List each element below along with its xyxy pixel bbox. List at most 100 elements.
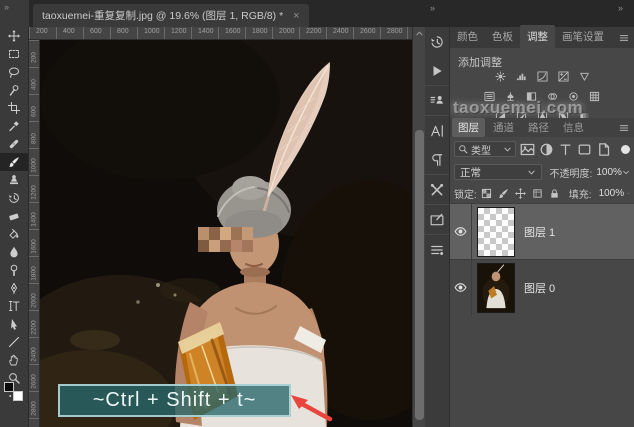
cursor-icon	[8, 318, 20, 330]
background-color-swatch[interactable]	[13, 391, 23, 401]
measurement-panel[interactable]	[425, 235, 449, 264]
healing-icon	[8, 138, 20, 150]
layer-thumbnail[interactable]	[477, 263, 515, 313]
layer-visibility-toggle[interactable]	[450, 204, 472, 260]
dock-collapse-icon[interactable]: »	[430, 3, 434, 13]
stamp-icon	[8, 174, 20, 186]
hand-tool[interactable]	[0, 351, 28, 369]
document-tab[interactable]: taoxuemei-重复复制.jpg @ 19.6% (图层 1, RGB/8)…	[33, 4, 309, 27]
layer-thumbnail[interactable]	[477, 207, 515, 257]
layer-visibility-toggle[interactable]	[450, 260, 472, 316]
ruler-label: 2600	[360, 28, 376, 35]
eye-icon	[454, 225, 467, 238]
ruler-label: 2400	[31, 345, 38, 365]
eye-icon	[454, 281, 467, 294]
vertical-ruler: 200 400 600 800 1000 1200 1400 1600 1800 2000 2200…	[29, 40, 40, 427]
ruler-label: 800	[31, 129, 38, 149]
line-tool[interactable]	[0, 333, 28, 351]
drop-icon	[8, 246, 20, 258]
crop-tool[interactable]	[0, 99, 28, 117]
layer-name: 图层 1	[524, 224, 555, 240]
toolbar-header: »	[0, 0, 29, 27]
timeline-panel[interactable]	[425, 205, 449, 235]
ruler-label: 800	[117, 28, 129, 35]
lasso-tool[interactable]	[0, 63, 28, 81]
layer-row[interactable]: 图层 0	[450, 259, 634, 315]
ruler-label: 2400	[333, 28, 349, 35]
blur-tool[interactable]	[0, 243, 28, 261]
eraser-tool[interactable]	[0, 207, 28, 225]
eyedropper-tool[interactable]	[0, 117, 28, 135]
dodge-icon	[8, 264, 20, 276]
layer-name: 图层 0	[524, 280, 555, 296]
presets-icon	[430, 183, 444, 197]
layer-row[interactable]: 图层 1	[450, 203, 634, 259]
paragraph-panel[interactable]	[425, 145, 449, 175]
quickselect-icon	[8, 84, 20, 96]
history-brush-tool[interactable]	[0, 189, 28, 207]
canvas-vertical-scrollbar[interactable]	[412, 27, 425, 427]
spot-healing-brush-tool[interactable]	[0, 135, 28, 153]
history-icon	[430, 35, 444, 49]
ruler-label: 2200	[306, 28, 322, 35]
actions-panel[interactable]	[425, 56, 449, 86]
history-icon	[8, 192, 20, 204]
dodge-tool[interactable]	[0, 261, 28, 279]
gradient-tool[interactable]	[0, 225, 28, 243]
ruler-label: 2800	[387, 28, 403, 35]
ruler-label: 600	[31, 102, 38, 122]
ruler-label: 1400	[31, 210, 38, 230]
ruler-label: 400	[31, 75, 38, 95]
clone-source-icon	[430, 94, 444, 108]
marquee-icon	[8, 48, 20, 60]
toolbar-collapse-icon[interactable]: »	[4, 2, 9, 12]
photoshop-window: » taoxuemei-重复复制.jpg @ 19.6% (图层 1, RGB/…	[0, 0, 634, 427]
foreground-color-swatch[interactable]	[4, 382, 14, 392]
brush-tool[interactable]	[0, 153, 28, 171]
character-icon	[430, 124, 444, 138]
clone-stamp-tool[interactable]	[0, 171, 28, 189]
censor-mosaic	[198, 227, 253, 252]
scroll-up-icon[interactable]	[415, 29, 424, 38]
history-panel[interactable]	[425, 27, 449, 56]
layers-list: 图层 1 图层 0	[450, 27, 634, 427]
ruler-label: 1200	[171, 28, 187, 35]
marquee-tool[interactable]	[0, 45, 28, 63]
ruler-label: 1000	[31, 156, 38, 176]
chevron-down-icon	[415, 29, 424, 38]
quick-selection-tool[interactable]	[0, 81, 28, 99]
move-tool[interactable]	[0, 27, 28, 45]
eraser-icon	[8, 210, 20, 222]
tool-presets-panel[interactable]	[425, 175, 449, 205]
color-swatches[interactable]	[4, 382, 26, 404]
ruler-label: 1800	[252, 28, 268, 35]
layer-photo-thumb	[478, 264, 514, 312]
play-icon	[430, 64, 444, 78]
ruler-label: 1400	[198, 28, 214, 35]
document-canvas[interactable]	[40, 40, 412, 427]
ruler-label: 1800	[31, 264, 38, 284]
panel-icon-dock	[425, 27, 450, 427]
ruler-label: 2200	[31, 318, 38, 338]
ruler-label: 200	[31, 48, 38, 68]
right-panel: 颜色色板调整画笔设置 添加调整 taoxuemei.com 图层通道路径信息 类…	[450, 27, 634, 427]
character-panel[interactable]	[425, 116, 449, 145]
horizontal-ruler: 2004006008001000120014001600180020002200…	[29, 27, 413, 40]
pen-icon	[8, 282, 20, 294]
type-icon	[8, 300, 20, 312]
clone-source-panel[interactable]	[425, 86, 449, 116]
scrollbar-thumb[interactable]	[415, 130, 424, 420]
pen-tool[interactable]	[0, 279, 28, 297]
ruler-label: 1600	[31, 237, 38, 257]
eyedropper-icon	[8, 120, 20, 132]
type-tool[interactable]	[0, 297, 28, 315]
panel-collapse-icon[interactable]: »	[618, 3, 622, 13]
brush-icon	[8, 156, 20, 168]
path-selection-tool[interactable]	[0, 315, 28, 333]
ruler-label: 1200	[31, 183, 38, 203]
ruler-label: 2000	[31, 291, 38, 311]
ruler-label: 2800	[31, 399, 38, 419]
close-document-icon[interactable]: ×	[293, 10, 299, 22]
crop-icon	[8, 102, 20, 114]
ruler-label: 400	[63, 28, 75, 35]
